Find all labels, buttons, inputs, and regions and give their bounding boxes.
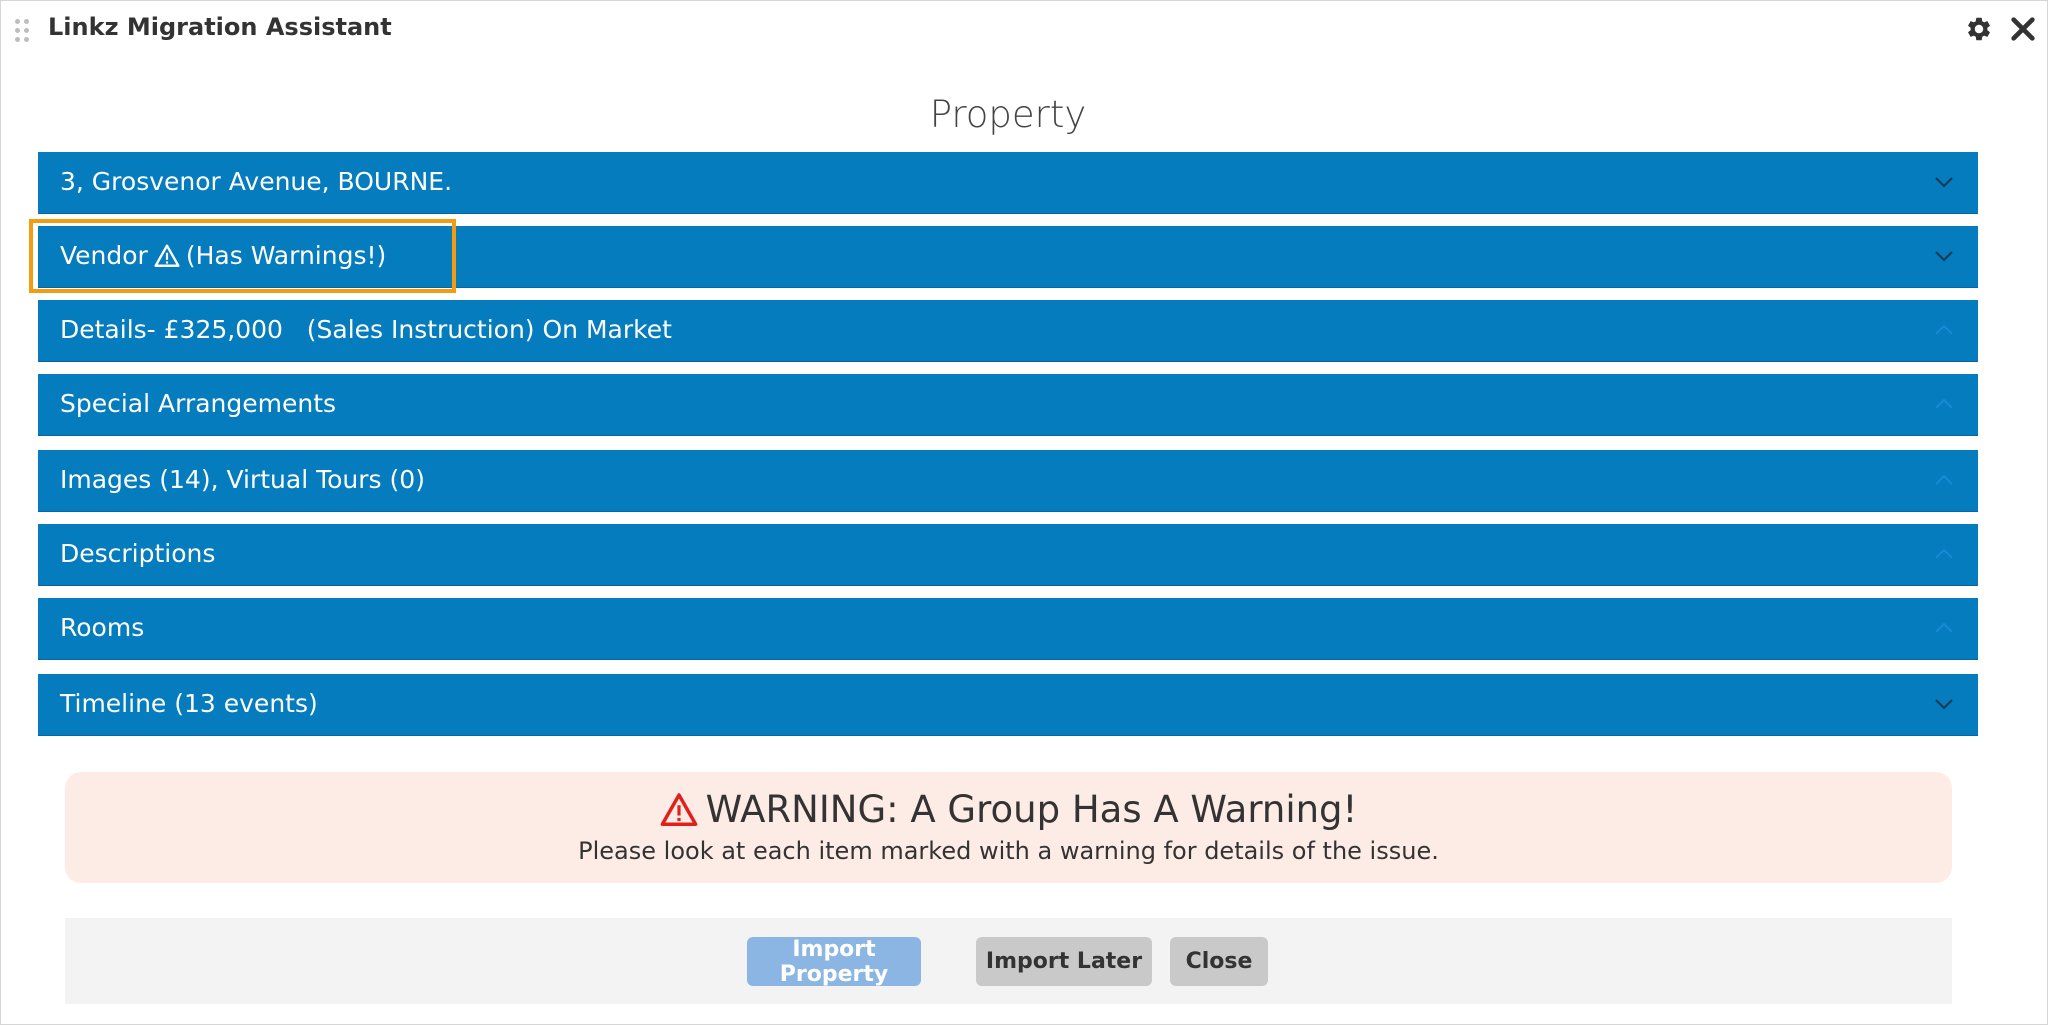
warning-icon [154,244,180,267]
chevron-down-icon [1935,251,1953,262]
close-button[interactable]: Close [1170,937,1268,986]
warning-icon [660,792,697,826]
section-title: Property [929,93,1087,136]
chevron-down-icon [1935,699,1953,710]
alert-heading: WARNING: A Group Has A Warning! [65,788,1952,831]
group-label: 3, Grosvenor Avenue, BOURNE. [60,167,453,196]
app-title: Linkz Migration Assistant [48,13,392,41]
migration-assistant-window: Linkz Migration Assistant Property 3, Gr… [0,0,2048,1025]
group-label: Images (14), Virtual Tours (0) [60,465,425,494]
chevron-up-icon [1935,474,1953,485]
action-footer: Import Property Import Later Close [65,918,1952,1004]
group-label: Details- £325,000 (Sales Instruction) On… [60,315,672,344]
group-descriptions[interactable]: Descriptions [38,524,1978,585]
title-bar: Linkz Migration Assistant [1,1,2047,57]
chevron-down-icon [1935,177,1953,188]
warning-alert: WARNING: A Group Has A Warning! Please l… [65,772,1952,883]
close-icon[interactable] [2009,15,2037,43]
group-images[interactable]: Images (14), Virtual Tours (0) [38,450,1978,511]
import-later-button[interactable]: Import Later [976,937,1152,986]
group-label: Timeline (13 events) [60,689,318,718]
chevron-up-icon [1935,324,1953,335]
group-label: Special Arrangements [60,389,337,418]
group-label: Vendor (Has Warnings!) [60,241,386,270]
import-property-button[interactable]: Import Property [747,937,921,987]
vendor-label: Vendor [60,241,148,270]
chevron-up-icon [1935,622,1953,633]
group-label: Descriptions [60,539,216,568]
chevron-up-icon [1935,398,1953,409]
alert-message: Please look at each item marked with a w… [578,837,1439,865]
group-address[interactable]: 3, Grosvenor Avenue, BOURNE. [38,152,1978,213]
chevron-up-icon [1935,548,1953,559]
drag-handle-icon[interactable] [15,19,29,43]
gear-icon[interactable] [1965,15,1993,43]
group-label: Rooms [60,613,145,642]
group-vendor[interactable]: Vendor (Has Warnings!) [38,226,1978,287]
group-timeline[interactable]: Timeline (13 events) [38,674,1978,735]
group-special-arrangements[interactable]: Special Arrangements [38,374,1978,435]
alert-heading-text: WARNING: A Group Has A Warning! [705,788,1358,831]
group-details[interactable]: Details- £325,000 (Sales Instruction) On… [38,300,1978,361]
vendor-warning-label: (Has Warnings!) [185,241,387,270]
group-rooms[interactable]: Rooms [38,598,1978,659]
